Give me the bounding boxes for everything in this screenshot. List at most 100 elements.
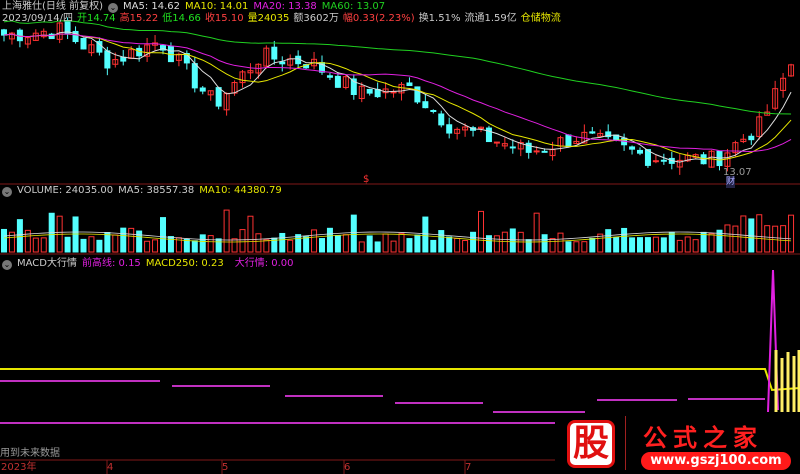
volume-bar <box>613 236 620 253</box>
candle-body <box>422 101 429 109</box>
candle-body <box>279 61 286 65</box>
ma-legend: 上海雅仕(日线 前复权) ⌄ MA5: 14.62 MA10: 14.01 MA20: … <box>2 1 390 13</box>
settings-circle-icon[interactable]: ⌄ <box>2 187 12 197</box>
quote-item: 开14.74 <box>77 13 116 24</box>
candle-body <box>629 146 636 150</box>
volume-legend: ⌄ VOLUME: 24035.00 MA5: 38557.38 MA10: 4438… <box>2 185 287 197</box>
quote-item: 流通1.59亿 <box>464 13 517 24</box>
volume-bar <box>446 236 453 253</box>
volume-bar <box>732 225 739 253</box>
volume-bar <box>589 237 596 253</box>
volume-bar <box>501 231 508 253</box>
logo-name: 公式之家 <box>643 424 763 452</box>
volume-bar <box>319 238 325 253</box>
kline-chart[interactable] <box>0 0 800 474</box>
dollar-marker: $ <box>363 174 370 185</box>
volume-bar <box>128 227 135 253</box>
volume-bar <box>581 241 588 253</box>
volume-bar <box>772 225 779 253</box>
volume-bar <box>334 235 341 253</box>
volume-bar <box>740 215 747 253</box>
volume-bar <box>191 240 198 253</box>
logo-url[interactable]: www.gszj100.com <box>641 452 791 470</box>
volume-bar <box>493 235 500 253</box>
candle-body <box>326 75 333 78</box>
volume-bar <box>565 241 572 253</box>
candle-body <box>191 63 198 89</box>
volume-bar <box>700 231 707 253</box>
volume-bar <box>414 234 421 253</box>
volume-bar <box>120 227 127 253</box>
candle-body <box>199 87 206 92</box>
volume-bar <box>295 234 302 253</box>
candle-body <box>541 150 548 153</box>
quote-item: 仓储物流 <box>520 13 561 24</box>
ma5-line <box>3 31 792 163</box>
macd250-line <box>0 368 800 392</box>
volume-bar <box>112 234 119 253</box>
candle-body <box>1 29 7 36</box>
volume-bar <box>374 241 381 253</box>
volume-bar <box>398 233 405 253</box>
volume-bar <box>406 238 413 253</box>
candle-body <box>215 87 222 107</box>
volume-bar <box>96 239 103 253</box>
prev-high-value: 前高线: 0.15 <box>81 258 141 269</box>
candle-body <box>80 38 87 50</box>
ma10-value: MA10: 14.01 <box>185 1 249 12</box>
candle-body <box>438 113 445 126</box>
volume-bar <box>326 227 333 253</box>
date-apr: 4 <box>107 462 114 473</box>
volume-bar <box>16 219 23 253</box>
future-data-note: 用到未来数据 <box>0 448 60 459</box>
logo-char: 股 <box>567 420 615 468</box>
settings-circle-icon[interactable]: ⌄ <box>2 260 12 270</box>
candle-body <box>652 160 659 163</box>
volume-bar <box>660 237 667 253</box>
volume-bar <box>80 238 87 253</box>
candle-body <box>485 127 492 143</box>
volume-bar <box>644 237 651 253</box>
ma20-value: MA20: 13.38 <box>253 1 317 12</box>
volume-bar <box>247 215 254 253</box>
volume-bar <box>183 239 190 253</box>
quote-item: 幅0.33(2.23%) <box>342 13 415 24</box>
candle-body <box>509 146 516 149</box>
candle-body <box>589 131 596 134</box>
candle-body <box>430 109 437 112</box>
volume-bar <box>724 224 731 253</box>
volume-bar <box>231 238 238 253</box>
volume-bar <box>199 234 206 253</box>
candle-body <box>493 141 500 144</box>
candle-body <box>637 149 643 154</box>
finance-badge[interactable]: 财 <box>726 176 736 188</box>
volume-bar <box>88 236 95 253</box>
candle-body <box>374 88 381 98</box>
volume-bar <box>366 235 373 253</box>
candle-body <box>390 91 397 94</box>
candle-body <box>406 82 413 87</box>
candle-body <box>533 150 540 153</box>
settings-circle-icon[interactable]: ⌄ <box>107 3 118 13</box>
volume-bar <box>470 231 477 253</box>
volume-bar <box>207 235 214 253</box>
candle-body <box>565 134 572 148</box>
volume-bar <box>287 239 294 253</box>
ma60-value: MA60: 13.07 <box>321 1 386 12</box>
quote-item: 2023/09/14/四 <box>2 13 74 24</box>
volume-bar <box>279 232 286 253</box>
quote-item: 额3602万 <box>293 13 339 24</box>
quote-item: 收15.10 <box>204 13 244 24</box>
volume-bar <box>32 237 39 253</box>
volume-bar <box>462 240 469 253</box>
volume-bar <box>756 214 763 253</box>
volume-bar <box>509 228 516 253</box>
stock-name: 上海雅仕(日线 前复权) <box>2 1 103 12</box>
volume-bar <box>549 238 556 253</box>
volume-bar <box>311 229 318 253</box>
candle-body <box>748 135 755 141</box>
volume-bar <box>668 231 675 253</box>
volume-bar <box>104 232 111 253</box>
volume-bar <box>342 234 349 253</box>
macd-title: MACD大行情 <box>17 258 77 269</box>
